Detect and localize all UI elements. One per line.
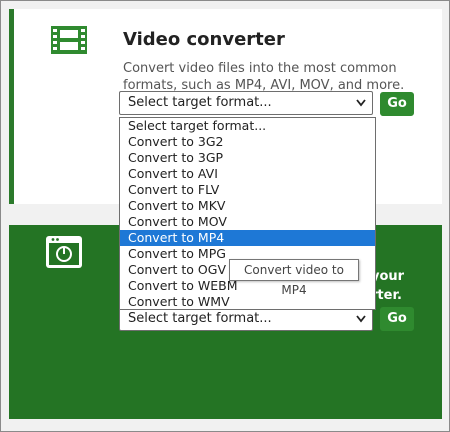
dropdown-option[interactable]: Convert to WMV bbox=[120, 294, 375, 310]
go-button-2[interactable]: Go bbox=[380, 307, 414, 331]
card-description: Convert video files into the most common… bbox=[123, 61, 405, 93]
format-dropdown-list: Select target format... Convert to 3G2 C… bbox=[119, 117, 376, 310]
chevron-down-icon bbox=[356, 99, 366, 107]
dropdown-option[interactable]: Select target format... bbox=[120, 118, 375, 134]
browser-icon bbox=[46, 236, 82, 268]
chevron-down-icon bbox=[356, 315, 366, 323]
card-title: Video converter bbox=[123, 29, 285, 50]
select-value: Select target format... bbox=[128, 311, 272, 326]
film-icon bbox=[51, 26, 87, 54]
dropdown-option[interactable]: Convert to 3G2 bbox=[120, 134, 375, 150]
target-format-select[interactable]: Select target format... bbox=[119, 91, 373, 115]
dropdown-option[interactable]: Convert to 3GP bbox=[120, 150, 375, 166]
dropdown-option[interactable]: Convert to AVI bbox=[120, 166, 375, 182]
dropdown-option[interactable]: Convert to MOV bbox=[120, 214, 375, 230]
dropdown-option[interactable]: Convert to FLV bbox=[120, 182, 375, 198]
dropdown-option[interactable]: Convert to MKV bbox=[120, 198, 375, 214]
tooltip: Convert video to MP4 bbox=[229, 259, 359, 297]
go-button[interactable]: Go bbox=[380, 92, 414, 116]
dropdown-option-highlighted[interactable]: Convert to MP4 bbox=[120, 230, 375, 246]
page-frame: Video converter Convert video files into… bbox=[0, 0, 450, 432]
select-value: Select target format... bbox=[128, 95, 272, 110]
target-format-select-2[interactable]: Select target format... bbox=[119, 307, 373, 331]
